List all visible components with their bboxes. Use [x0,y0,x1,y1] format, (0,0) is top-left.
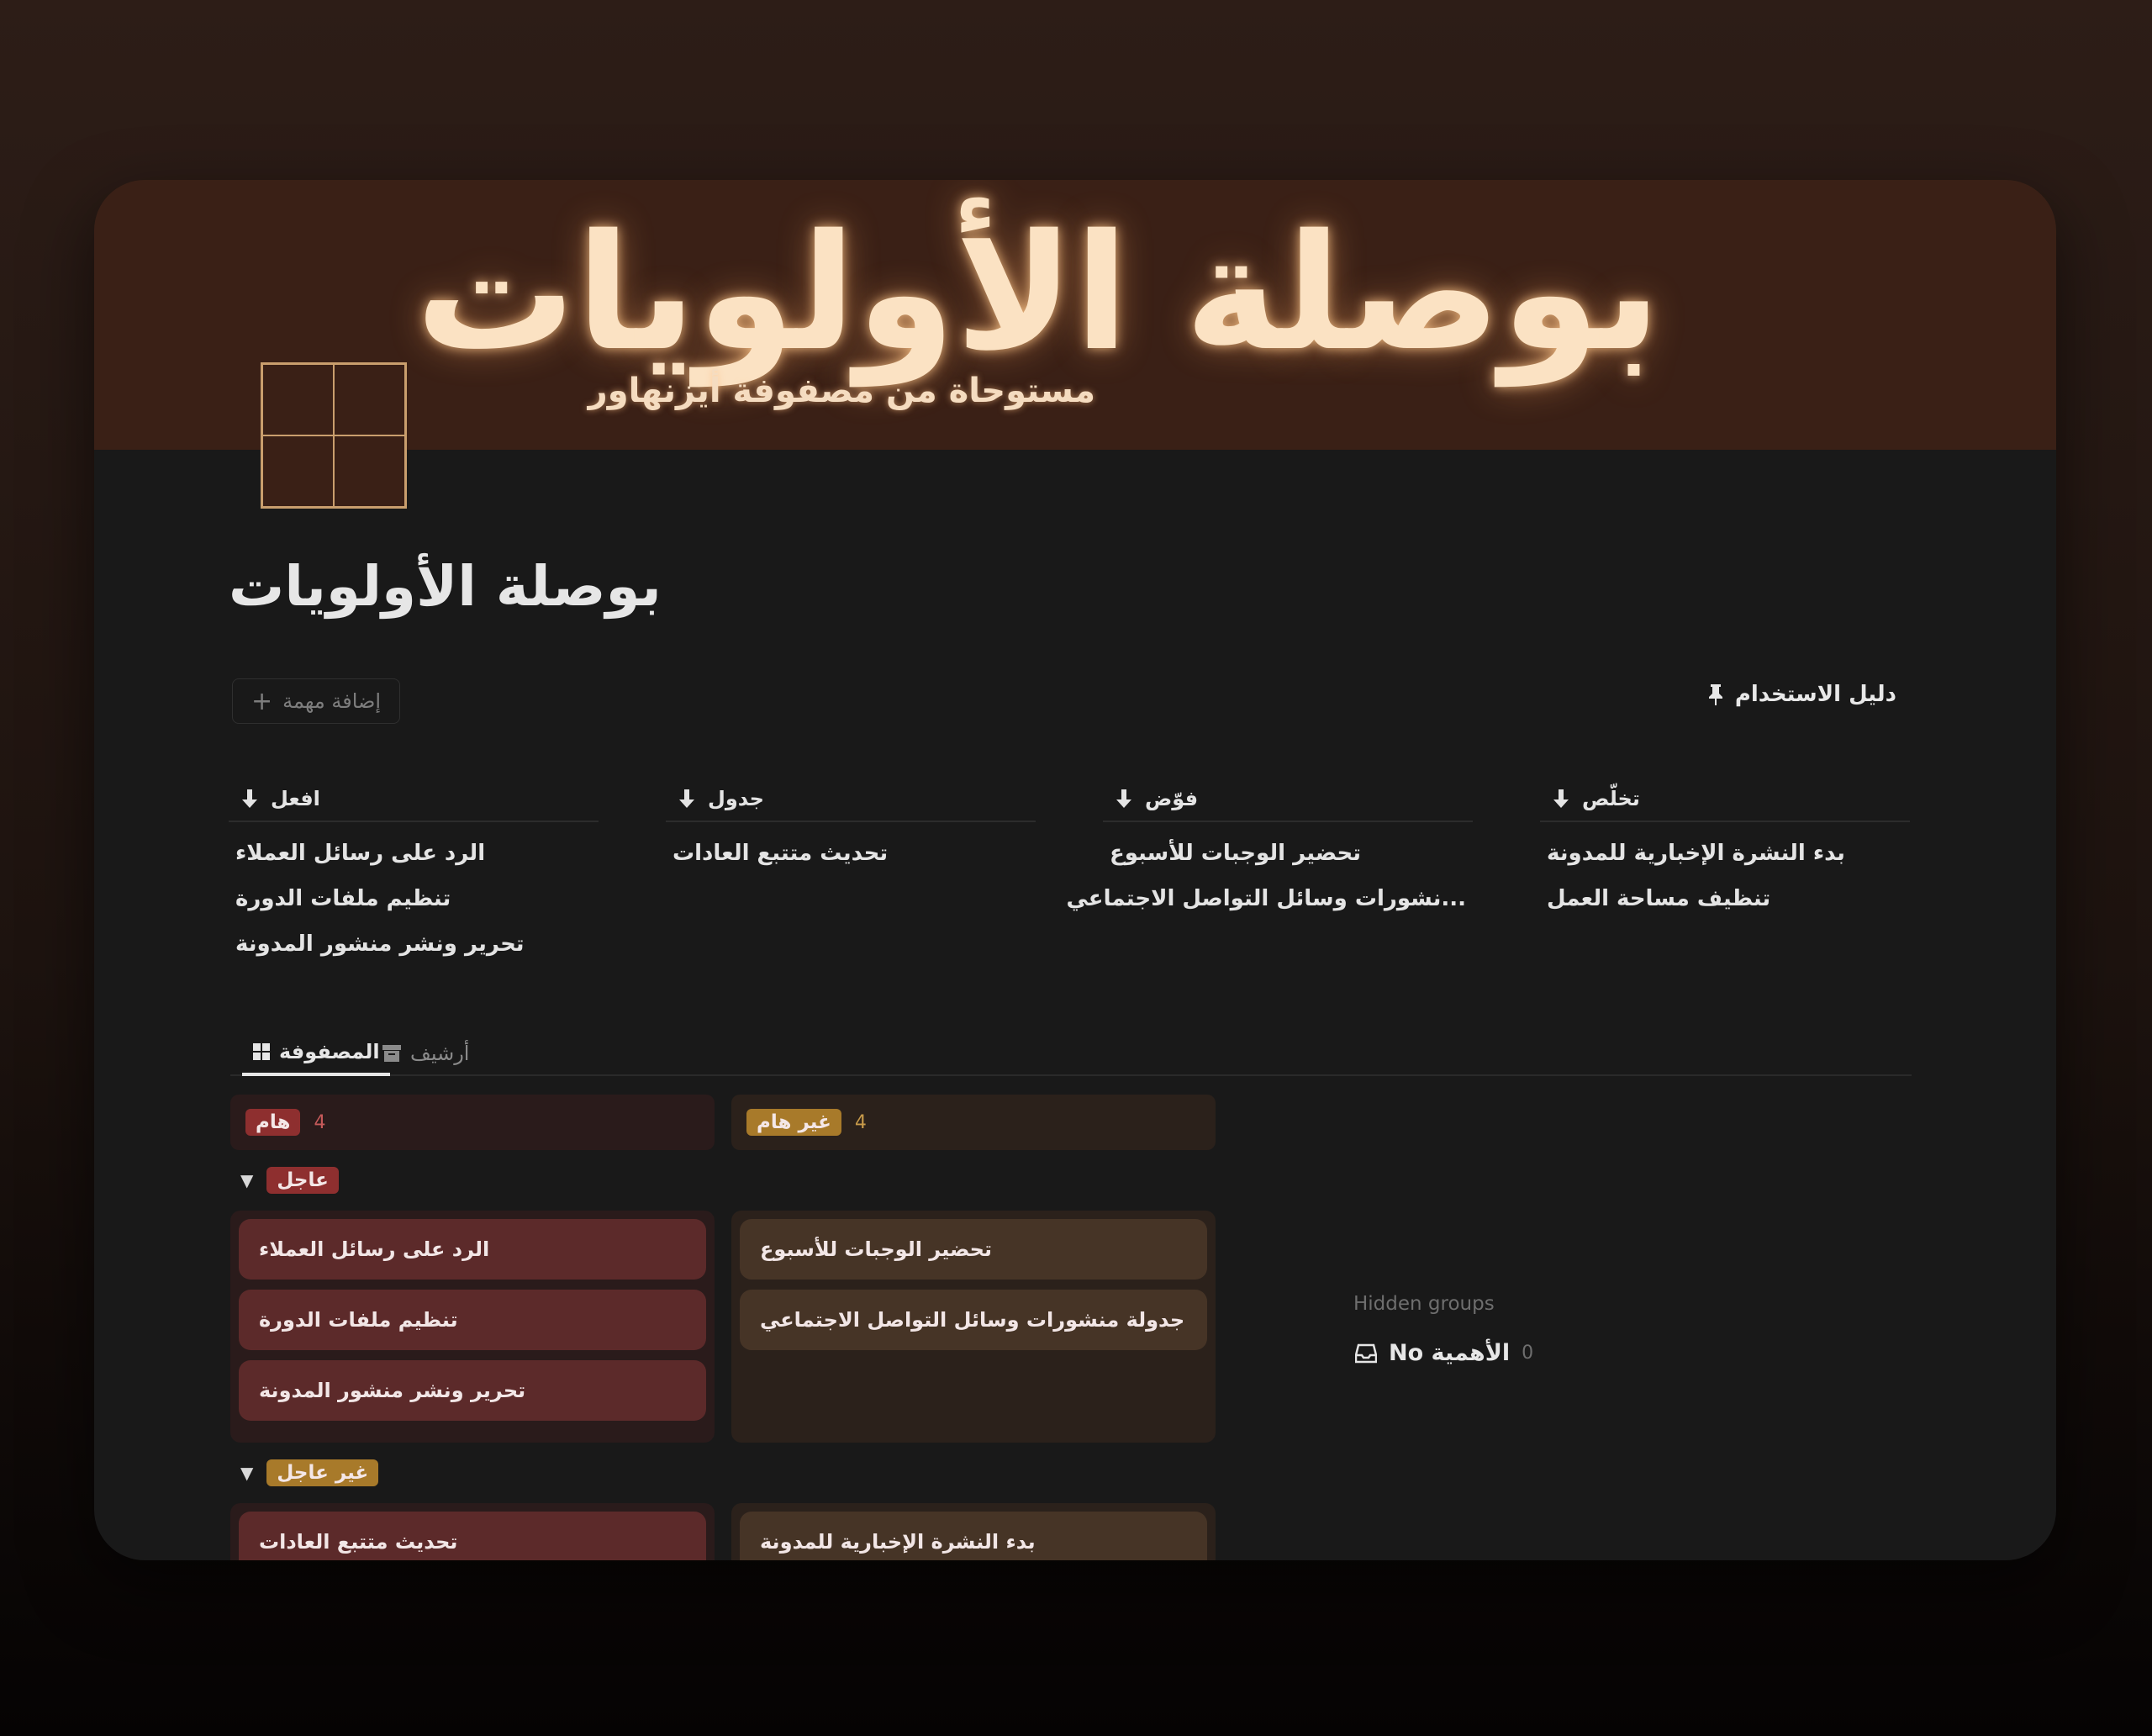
grid-icon [253,1043,270,1060]
usage-guide-link[interactable]: دليل الاستخدام [1706,682,1896,707]
pin-icon [1708,684,1722,705]
board-column-not-important: غير هام 4 [731,1095,1216,1150]
quadrant-title: فوّض [1145,787,1199,810]
page-grid-icon[interactable] [261,362,407,509]
hidden-group-count: 0 [1522,1343,1534,1364]
quadrant-title: جدول [708,787,764,810]
tab-matrix[interactable]: المصفوفة [242,1031,390,1076]
task-card[interactable]: تنظيم ملفات الدورة [239,1290,706,1350]
task-card[interactable]: جدولة منشورات وسائل التواصل الاجتماعي [740,1290,1207,1350]
grid-cell [262,435,334,507]
group-header-not-urgent[interactable]: ▼ غير عاجل [240,1459,379,1486]
column-count: 4 [314,1111,326,1133]
column-pill: غير هام [746,1109,841,1136]
task-title: جدولة منشورات وسائل التواصل الاجتماعي [760,1308,1185,1332]
archive-box-icon [382,1045,401,1062]
quadrant-item[interactable]: تحديث متتبع العادات [672,831,1029,876]
task-title: الرد على رسائل العملاء [259,1237,490,1261]
quadrant-header[interactable]: جدول [666,777,1036,822]
quadrant-delegate: فوّض تحضير الوجبات للأسبوع ...نشورات وسا… [1067,777,1473,930]
task-card[interactable]: الرد على رسائل العملاء [239,1219,706,1280]
lane-not-urgent-important: تحديث متتبع العادات [230,1503,715,1560]
add-task-button[interactable]: إضافة مهمة + [232,678,400,724]
quadrant-item[interactable]: الرد على رسائل العملاء [235,831,592,876]
quadrant-item[interactable]: تحضير الوجبات للأسبوع [1110,831,1466,876]
quadrant-schedule: جدول تحديث متتبع العادات [666,777,1036,884]
task-card[interactable]: بدء النشرة الإخبارية للمدونة [740,1512,1207,1560]
task-title: تنظيم ملفات الدورة [259,1308,458,1332]
arrow-down-icon [679,789,694,808]
arrow-down-icon [1116,789,1131,808]
hidden-group-no-importance[interactable]: No الأهمية 0 [1355,1340,1533,1366]
quadrant-header[interactable]: فوّض [1103,777,1473,822]
task-title: بدء النشرة الإخبارية للمدونة [760,1530,1036,1554]
grid-cell [262,364,334,435]
quadrant-title: تخلّص [1582,787,1640,810]
group-pill: غير عاجل [266,1459,379,1486]
task-title: تحرير ونشر منشور المدونة [259,1379,526,1402]
task-card[interactable]: تحضير الوجبات للأسبوع [740,1219,1207,1280]
task-card[interactable]: تحديث متتبع العادات [239,1512,706,1560]
inbox-icon [1355,1343,1377,1363]
board-column-important: هام 4 [230,1095,715,1150]
view-tabs: المصفوفة أرشيف [230,1021,1912,1076]
quadrant-item[interactable]: بدء النشرة الإخبارية للمدونة [1547,831,1903,876]
arrow-down-icon [242,789,257,808]
group-header-urgent[interactable]: ▼ عاجل [240,1167,339,1194]
page-title[interactable]: بوصلة الأولويات [229,554,662,619]
guide-label: دليل الاستخدام [1734,682,1896,707]
caret-down-icon: ▼ [240,1463,254,1483]
column-header[interactable]: هام 4 [230,1095,715,1150]
banner-subtitle: مستوحاة من مصفوفة أيزنهاور [588,372,1095,410]
hidden-group-label: No الأهمية [1389,1340,1511,1366]
notion-page-window: بوصلة الأولويات مستوحاة من مصفوفة أيزنها… [94,180,2056,1560]
tab-archive[interactable]: أرشيف [382,1031,469,1076]
hidden-groups-label: Hidden groups [1353,1293,1495,1315]
grid-cell [334,364,405,435]
quadrant-eliminate: تخلّص بدء النشرة الإخبارية للمدونة تنظيف… [1540,777,1910,930]
quadrant-title: افعل [271,787,320,810]
column-count: 4 [854,1111,867,1133]
grid-cell [334,435,405,507]
tab-label: المصفوفة [279,1040,380,1063]
quadrant-item[interactable]: تنظيم ملفات الدورة [235,876,592,921]
lane-urgent-important: الرد على رسائل العملاء تنظيم ملفات الدور… [230,1211,715,1443]
quadrant-header[interactable]: تخلّص [1540,777,1910,822]
quadrant-header[interactable]: افعل [229,777,599,822]
arrow-down-icon [1553,789,1569,808]
lane-not-urgent-not-important: بدء النشرة الإخبارية للمدونة [731,1503,1216,1560]
plus-icon: + [251,686,273,716]
quadrant-do: افعل الرد على رسائل العملاء تنظيم ملفات … [229,777,599,975]
tab-label: أرشيف [410,1042,470,1065]
quadrant-item[interactable]: تحرير ونشر منشور المدونة [235,921,592,967]
quadrant-item[interactable]: تنظيف مساحة العمل [1547,876,1903,921]
add-task-label: إضافة مهمة [282,689,382,713]
group-pill: عاجل [266,1167,339,1194]
task-title: تحديث متتبع العادات [259,1530,458,1554]
lane-urgent-not-important: تحضير الوجبات للأسبوع جدولة منشورات وسائ… [731,1211,1216,1443]
task-card[interactable]: تحرير ونشر منشور المدونة [239,1360,706,1421]
column-header[interactable]: غير هام 4 [731,1095,1216,1150]
column-pill: هام [245,1109,301,1136]
quadrant-item[interactable]: ...نشورات وسائل التواصل الاجتماعي [1067,876,1467,921]
caret-down-icon: ▼ [240,1170,254,1190]
task-title: تحضير الوجبات للأسبوع [760,1237,992,1261]
banner-title: بوصلة الأولويات [415,200,1661,386]
